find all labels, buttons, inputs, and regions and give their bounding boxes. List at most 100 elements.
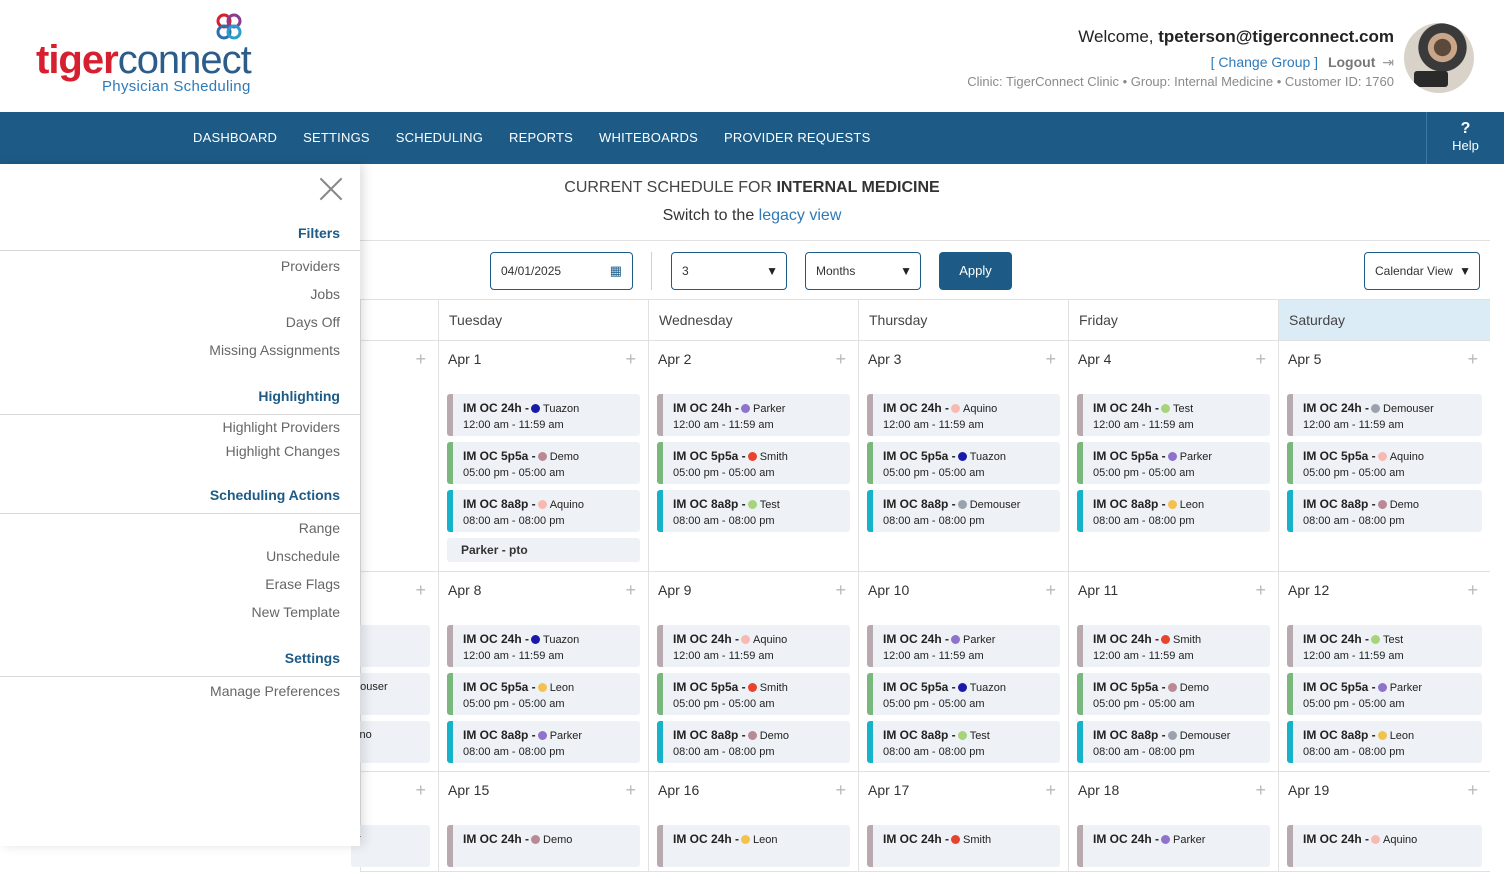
nav-scheduling[interactable]: SCHEDULING <box>383 112 496 164</box>
shift-card[interactable]: IM OC 8a8p - Leon 08:00 am - 08:00 pm <box>1077 490 1270 532</box>
shift-card[interactable]: IM OC 8a8p - Demo 08:00 am - 08:00 pm <box>657 721 850 763</box>
calendar-day-cell[interactable]: Apr 17 + IM OC 24h - Smith <box>858 772 1068 872</box>
shift-card[interactable]: IM OC 8a8p - Demo 08:00 am - 08:00 pm <box>1287 490 1482 532</box>
add-shift-icon[interactable]: + <box>835 349 846 370</box>
shift-card[interactable]: IM OC 8a8p - Demouser 08:00 am - 08:00 pm <box>1077 721 1270 763</box>
shift-card[interactable]: IM OC 5p5a - Parker 05:00 pm - 05:00 am <box>1287 673 1482 715</box>
add-shift-icon[interactable]: + <box>1467 780 1478 801</box>
sidebar-item[interactable]: Range <box>299 520 340 536</box>
add-shift-icon[interactable]: + <box>1467 580 1478 601</box>
shift-card[interactable]: IM OC 5p5a - Parker 05:00 pm - 05:00 am <box>1077 442 1270 484</box>
calendar-day-cell[interactable]: Apr 11 + IM OC 24h - Smith 12:00 am - 11:59 … <box>1068 572 1278 772</box>
calendar-day-cell[interactable]: + er <box>351 772 438 872</box>
shift-card[interactable]: mouser <box>351 673 430 715</box>
apply-button[interactable]: Apply <box>939 252 1012 290</box>
add-shift-icon[interactable]: + <box>1045 580 1056 601</box>
calendar-day-cell[interactable]: Apr 5 + IM OC 24h - Demouser 12:00 am - 11:5… <box>1278 341 1490 572</box>
shift-card[interactable]: IM OC 24h - Smith 12:00 am - 11:59 am <box>1077 625 1270 667</box>
shift-card[interactable]: IM OC 24h - Tuazon 12:00 am - 11:59 am <box>447 394 640 436</box>
shift-card[interactable]: IM OC 8a8p - Parker 08:00 am - 08:00 pm <box>447 721 640 763</box>
shift-card[interactable]: IM OC 24h - Demouser 12:00 am - 11:59 am <box>1287 394 1482 436</box>
shift-card[interactable]: uino <box>351 721 430 763</box>
sidebar-item[interactable]: Erase Flags <box>265 576 340 592</box>
logout-link[interactable]: Logout <box>1328 54 1375 70</box>
add-shift-icon[interactable]: + <box>1255 580 1266 601</box>
add-shift-icon[interactable]: + <box>1467 349 1478 370</box>
calendar-day-cell[interactable]: Apr 10 + IM OC 24h - Parker 12:00 am - 11:59… <box>858 572 1068 772</box>
add-shift-icon[interactable]: + <box>835 780 846 801</box>
shift-card[interactable]: IM OC 24h - Aquino <box>1287 825 1482 867</box>
shift-card[interactable]: IM OC 5p5a - Tuazon 05:00 pm - 05:00 am <box>867 442 1060 484</box>
sidebar-item[interactable]: Highlight Providers <box>223 419 341 435</box>
shift-card[interactable]: IM OC 5p5a - Tuazon 05:00 pm - 05:00 am <box>867 673 1060 715</box>
shift-card[interactable]: IM OC 24h - Tuazon 12:00 am - 11:59 am <box>447 625 640 667</box>
shift-card[interactable]: IM OC 5p5a - Demo 05:00 pm - 05:00 am <box>1077 673 1270 715</box>
shift-card[interactable]: IM OC 8a8p - Aquino 08:00 am - 08:00 pm <box>447 490 640 532</box>
nav-dashboard[interactable]: DASHBOARD <box>180 112 290 164</box>
shift-card[interactable]: IM OC 24h - Demo <box>447 825 640 867</box>
add-shift-icon[interactable]: + <box>415 780 426 801</box>
shift-card[interactable]: IM OC 24h - Aquino 12:00 am - 11:59 am <box>867 394 1060 436</box>
add-shift-icon[interactable]: + <box>415 349 426 370</box>
shift-card[interactable]: IM OC 24h - Leon <box>657 825 850 867</box>
add-shift-icon[interactable]: + <box>1045 349 1056 370</box>
calendar-icon[interactable]: ▦ <box>610 253 622 289</box>
calendar-day-cell[interactable]: + <box>360 341 438 572</box>
shift-card[interactable]: IM OC 5p5a - Demo 05:00 pm - 05:00 am <box>447 442 640 484</box>
start-date-input[interactable]: 04/01/2025 ▦ <box>490 252 633 290</box>
calendar-day-cell[interactable]: + o mouser uino <box>351 572 438 772</box>
sidebar-item[interactable]: Days Off <box>286 314 340 330</box>
sidebar-item[interactable]: Providers <box>281 258 340 274</box>
view-mode-select[interactable]: Calendar View ▼ <box>1364 252 1480 290</box>
range-unit-select[interactable]: Months ▼ <box>805 252 921 290</box>
calendar-day-cell[interactable]: Apr 2 + IM OC 24h - Parker 12:00 am - 11:59 … <box>648 341 858 572</box>
range-count-select[interactable]: 3 ▼ <box>671 252 787 290</box>
calendar-day-cell[interactable]: Apr 18 + IM OC 24h - Parker <box>1068 772 1278 872</box>
add-shift-icon[interactable]: + <box>625 780 636 801</box>
nav-settings[interactable]: SETTINGS <box>290 112 383 164</box>
shift-card[interactable]: IM OC 8a8p - Test 08:00 am - 08:00 pm <box>867 721 1060 763</box>
nav-reports[interactable]: REPORTS <box>496 112 586 164</box>
shift-card[interactable]: IM OC 24h - Smith <box>867 825 1060 867</box>
calendar-day-cell[interactable]: Apr 16 + IM OC 24h - Leon <box>648 772 858 872</box>
pto-badge[interactable]: Parker - pto <box>447 538 640 562</box>
close-icon[interactable] <box>318 176 344 202</box>
calendar-day-cell[interactable]: Apr 4 + IM OC 24h - Test 12:00 am - 11:59 am… <box>1068 341 1278 572</box>
calendar-day-cell[interactable]: Apr 9 + IM OC 24h - Aquino 12:00 am - 11:59 … <box>648 572 858 772</box>
shift-card[interactable]: IM OC 24h - Test 12:00 am - 11:59 am <box>1077 394 1270 436</box>
sidebar-item[interactable]: Manage Preferences <box>210 683 340 699</box>
help-button[interactable]: ? Help <box>1426 112 1504 164</box>
shift-card[interactable]: IM OC 5p5a - Aquino 05:00 pm - 05:00 am <box>1287 442 1482 484</box>
calendar-day-cell[interactable]: Apr 3 + IM OC 24h - Aquino 12:00 am - 11:59 … <box>858 341 1068 572</box>
calendar-day-cell[interactable]: Apr 12 + IM OC 24h - Test 12:00 am - 11:59 a… <box>1278 572 1490 772</box>
logout-icon[interactable]: ⇥ <box>1382 54 1394 70</box>
sidebar-item[interactable]: Unschedule <box>266 548 340 564</box>
change-group-link[interactable]: [ Change Group ] <box>1211 54 1318 70</box>
legacy-view-link[interactable]: legacy view <box>759 207 842 224</box>
shift-card[interactable]: er <box>351 825 430 867</box>
calendar-day-cell[interactable]: Apr 8 + IM OC 24h - Tuazon 12:00 am - 11:59 … <box>438 572 648 772</box>
nav-provider-requests[interactable]: PROVIDER REQUESTS <box>711 112 883 164</box>
shift-card[interactable]: o <box>351 625 430 667</box>
add-shift-icon[interactable]: + <box>415 580 426 601</box>
sidebar-item[interactable]: Missing Assignments <box>209 342 340 358</box>
shift-card[interactable]: IM OC 5p5a - Smith 05:00 pm - 05:00 am <box>657 673 850 715</box>
shift-card[interactable]: IM OC 24h - Aquino 12:00 am - 11:59 am <box>657 625 850 667</box>
shift-card[interactable]: IM OC 24h - Parker 12:00 am - 11:59 am <box>867 625 1060 667</box>
add-shift-icon[interactable]: + <box>835 580 846 601</box>
shift-card[interactable]: IM OC 24h - Parker <box>1077 825 1270 867</box>
shift-card[interactable]: IM OC 8a8p - Test 08:00 am - 08:00 pm <box>657 490 850 532</box>
sidebar-item[interactable]: New Template <box>252 604 340 620</box>
sidebar-item[interactable]: Jobs <box>310 286 340 302</box>
shift-card[interactable]: IM OC 5p5a - Leon 05:00 pm - 05:00 am <box>447 673 640 715</box>
shift-card[interactable]: IM OC 8a8p - Leon 08:00 am - 08:00 pm <box>1287 721 1482 763</box>
calendar-day-cell[interactable]: Apr 19 + IM OC 24h - Aquino <box>1278 772 1490 872</box>
shift-card[interactable]: IM OC 24h - Parker 12:00 am - 11:59 am <box>657 394 850 436</box>
calendar-day-cell[interactable]: Apr 1 + IM OC 24h - Tuazon 12:00 am - 11:59 … <box>438 341 648 572</box>
shift-card[interactable]: IM OC 8a8p - Demouser 08:00 am - 08:00 pm <box>867 490 1060 532</box>
calendar-day-cell[interactable]: Apr 15 + IM OC 24h - Demo <box>438 772 648 872</box>
add-shift-icon[interactable]: + <box>625 349 636 370</box>
add-shift-icon[interactable]: + <box>1045 780 1056 801</box>
shift-card[interactable]: IM OC 24h - Test 12:00 am - 11:59 am <box>1287 625 1482 667</box>
user-avatar[interactable] <box>1404 23 1474 93</box>
